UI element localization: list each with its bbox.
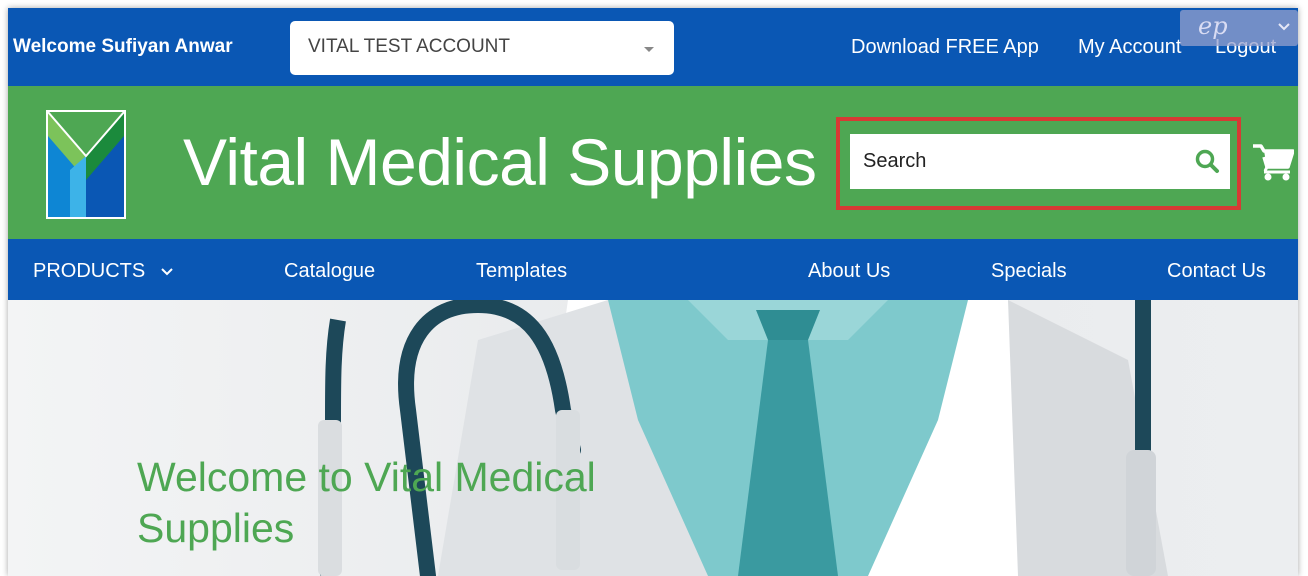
hero-title: Welcome to Vital Medical Supplies [137, 454, 596, 551]
account-select-value: VITAL TEST ACCOUNT [308, 36, 511, 57]
logo-icon[interactable] [46, 110, 126, 220]
browser-viewport: Welcome Sufiyan Anwar VITAL TEST ACCOUNT… [8, 8, 1298, 576]
welcome-text: Welcome Sufiyan Anwar [13, 36, 233, 57]
site-title[interactable]: Vital Medical Supplies [183, 124, 817, 200]
search-input[interactable] [850, 134, 1180, 189]
chevron-down-icon [1278, 23, 1290, 31]
chevron-down-icon [644, 47, 654, 52]
search-icon[interactable] [1194, 148, 1220, 174]
download-app-link[interactable]: Download FREE App [851, 36, 1039, 59]
nav-about-us[interactable]: About Us [808, 260, 890, 283]
my-account-link[interactable]: My Account [1078, 36, 1181, 59]
chevron-down-icon [161, 268, 173, 276]
search-bar [850, 134, 1230, 189]
nav-products-label: PRODUCTS [33, 260, 146, 282]
nav-templates[interactable]: Templates [476, 260, 567, 283]
site-header: Vital Medical Supplies [8, 86, 1298, 239]
extension-badge[interactable]: ep [1180, 10, 1298, 46]
main-nav: PRODUCTS Catalogue Templates About Us Sp… [8, 239, 1298, 300]
top-bar: Welcome Sufiyan Anwar VITAL TEST ACCOUNT… [8, 8, 1298, 86]
nav-contact-us[interactable]: Contact Us [1167, 260, 1266, 283]
cart-icon[interactable] [1252, 143, 1294, 181]
hero-banner: Welcome to Vital Medical Supplies [8, 300, 1298, 576]
extension-signature-icon: ep [1198, 12, 1228, 40]
nav-products[interactable]: PRODUCTS [33, 260, 173, 283]
nav-catalogue[interactable]: Catalogue [284, 260, 375, 283]
account-select[interactable]: VITAL TEST ACCOUNT [290, 21, 674, 75]
nav-specials[interactable]: Specials [991, 260, 1067, 283]
